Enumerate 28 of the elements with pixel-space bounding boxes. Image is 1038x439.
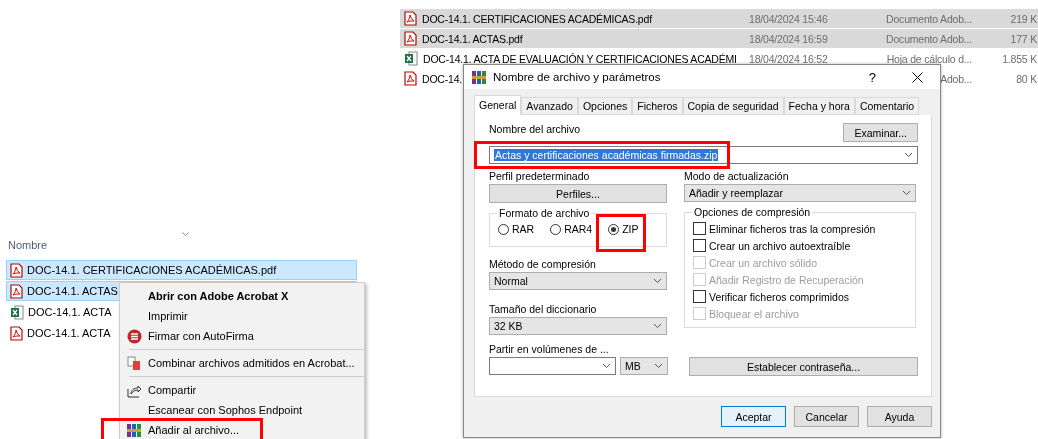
file-date: 18/04/2024 16:52 (749, 52, 829, 65)
file-name: DOC-14.1. ACTA (28, 306, 112, 318)
file-type: Documento Adob... (886, 32, 972, 45)
file-name: DOC-14.1. ACTA (27, 327, 111, 339)
file-type: Hoja de cálculo d... (886, 52, 972, 65)
file-date: 18/04/2024 15:46 (749, 12, 829, 25)
field-label: Tamaño del diccionario (489, 303, 597, 315)
file-name: DOC-14.1. CERTIFICACIONES ACADÉMICAS.pdf (27, 264, 277, 276)
file-size: 80 K (1016, 72, 1037, 85)
file-type: Adob... (940, 72, 972, 85)
file-name: DOC-14. (422, 72, 463, 85)
file-name: DOC-14.1. ACTAS.pdf (422, 32, 523, 45)
file-size: 219 K (1010, 12, 1037, 25)
group-label: Formato de archivo (498, 207, 591, 219)
file-date: 18/04/2024 16:59 (749, 32, 829, 45)
field-label: Método de compresión (489, 258, 596, 270)
file-name: DOC-14.1. CERTIFICACIONES ACADÉMICAS.pdf (422, 12, 652, 25)
file-name: DOC-14.1. ACTAS (27, 285, 118, 297)
file-size: 1.855 K (1002, 52, 1037, 65)
field-label: Perfil predeterminado (489, 170, 590, 182)
file-type: Documento Adob... (886, 12, 972, 25)
file-name: DOC-14.1. ACTA DE EVALUACIÓN Y CERTIFICACIONES ACADÉMI (423, 52, 737, 65)
field-label: Partir en volúmenes de ... (489, 343, 609, 355)
window-title: Nombre de archivo y parámetros (493, 71, 662, 83)
group-label: Opciones de compresión (693, 206, 812, 218)
field-label: Modo de actualización (684, 170, 789, 182)
file-size: 177 K (1010, 32, 1037, 45)
field-label: Nombre del archivo (489, 123, 581, 135)
